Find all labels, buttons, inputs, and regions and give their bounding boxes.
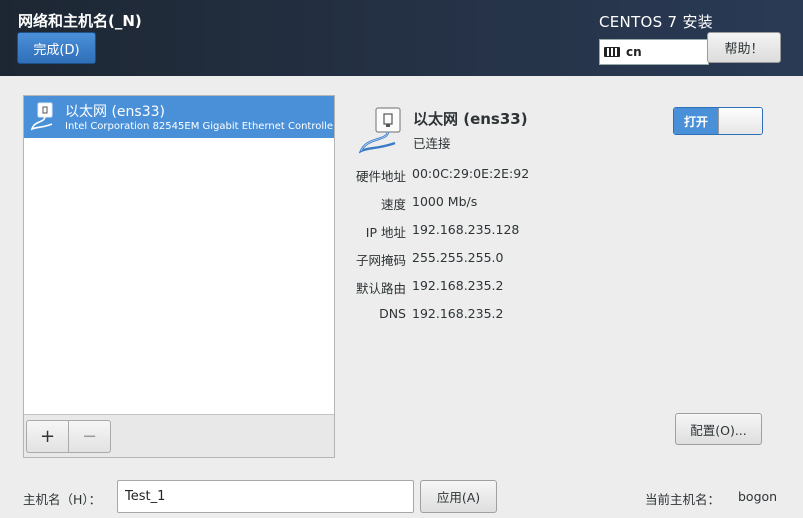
default-route-label: 默认路由 <box>355 281 406 296</box>
ip-address-label: IP 地址 <box>365 225 406 240</box>
current-hostname-value: bogon <box>738 489 778 504</box>
toggle-on-label: 打开 <box>674 108 718 134</box>
dns-label: DNS <box>379 306 406 321</box>
ethernet-large-icon <box>358 107 401 154</box>
speed-label: 速度 <box>380 197 406 212</box>
hardware-address-label: 硬件地址 <box>355 169 406 184</box>
subnet-mask-value: 255.255.255.0 <box>412 250 504 265</box>
keyboard-icon <box>604 47 620 57</box>
interface-toolbar: + − <box>24 414 334 457</box>
hostname-input[interactable] <box>117 480 414 513</box>
help-button[interactable]: 帮助！ <box>707 32 781 63</box>
interface-list-item[interactable]: 以太网 (ens33) Intel Corporation 82545EM Gi… <box>24 96 334 138</box>
page-title: 网络和主机名(_N) <box>18 12 142 30</box>
install-title: CENTOS 7 安装 <box>599 13 714 31</box>
hardware-address-value: 00:0C:29:0E:2E:92 <box>412 166 530 181</box>
interface-description: Intel Corporation 82545EM Gigabit Ethern… <box>65 121 334 132</box>
interface-name: 以太网 (ens33) <box>65 104 165 120</box>
dns-value: 192.168.235.2 <box>412 306 504 321</box>
interface-list-panel: 以太网 (ens33) Intel Corporation 82545EM Gi… <box>23 95 335 458</box>
default-route-value: 192.168.235.2 <box>412 278 504 293</box>
ip-address-value: 192.168.235.128 <box>412 222 520 237</box>
connection-status: 已连接 <box>413 136 451 151</box>
add-interface-button[interactable]: + <box>26 420 69 453</box>
header-bar: 网络和主机名(_N) 完成(D) CENTOS 7 安装 cn 帮助！ <box>0 0 803 76</box>
hostname-label: 主机名（H）： <box>23 492 102 507</box>
ethernet-icon <box>30 102 53 131</box>
remove-interface-button[interactable]: − <box>68 420 111 453</box>
apply-button[interactable]: 应用(A) <box>420 480 497 513</box>
interface-toggle-switch[interactable]: 打开 <box>673 107 763 135</box>
detail-interface-name: 以太网 (ens33) <box>413 110 528 128</box>
subnet-mask-label: 子网掩码 <box>355 253 406 268</box>
current-hostname-label: 当前主机名： <box>645 492 721 507</box>
toggle-knob[interactable] <box>718 108 762 134</box>
configure-button[interactable]: 配置(O)... <box>675 413 762 445</box>
keyboard-layout-indicator[interactable]: cn <box>599 39 709 65</box>
speed-value: 1000 Mb/s <box>412 194 478 209</box>
keyboard-layout-label: cn <box>626 45 642 59</box>
done-button[interactable]: 完成(D) <box>17 32 96 64</box>
